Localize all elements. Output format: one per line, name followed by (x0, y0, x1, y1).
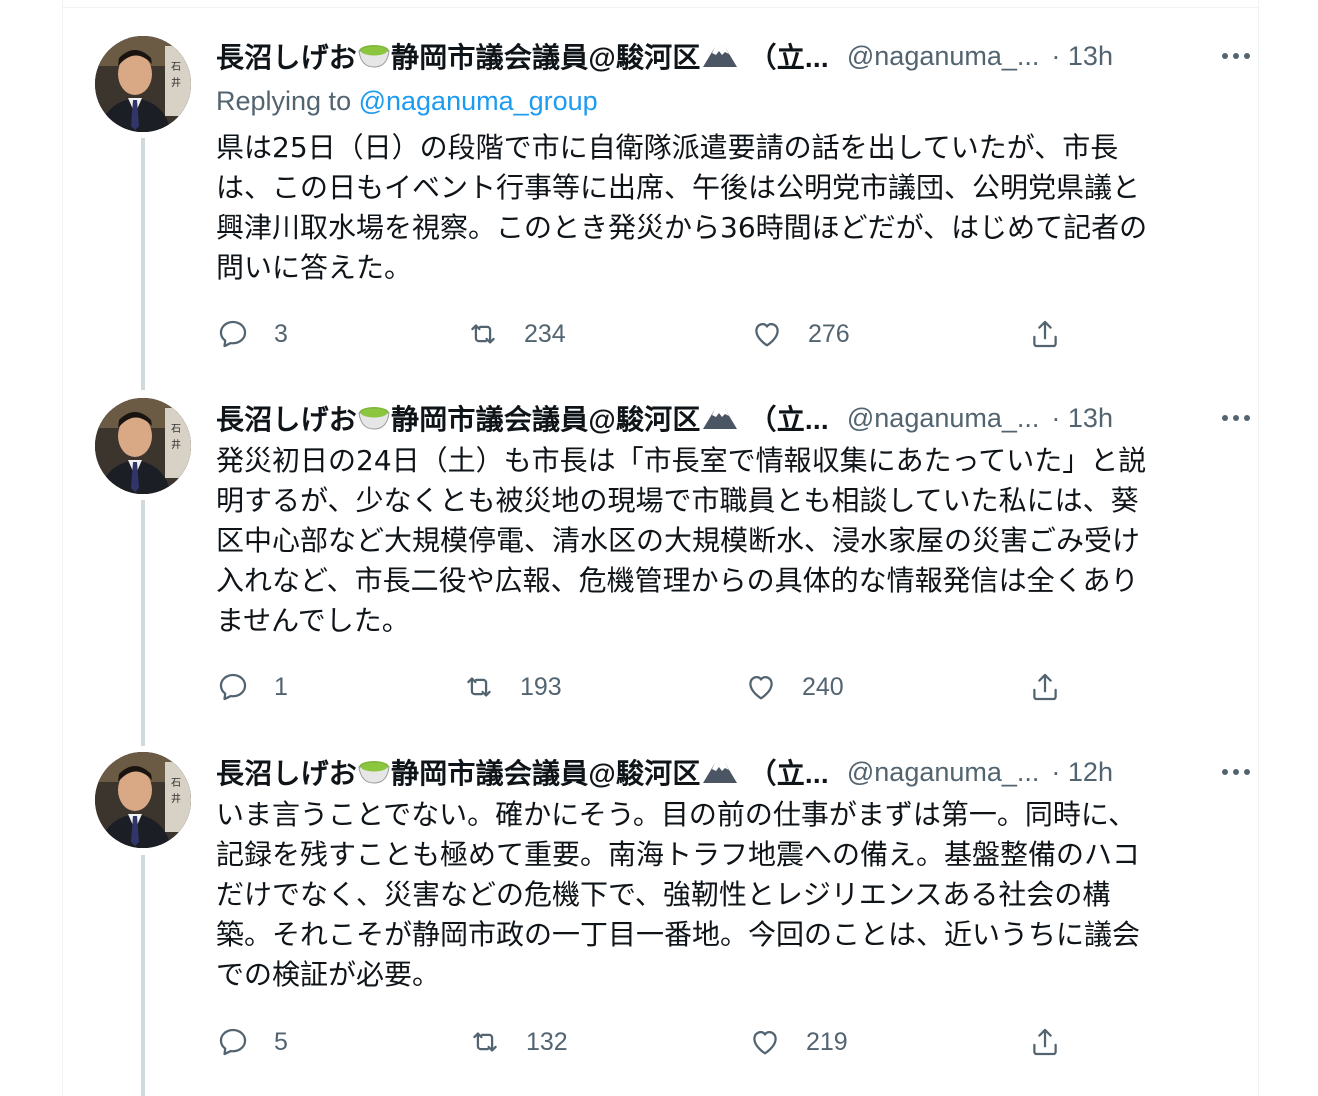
like-button[interactable]: 276 (750, 314, 850, 354)
share-button[interactable] (1028, 1022, 1062, 1062)
svg-text:井: 井 (171, 792, 181, 805)
avatar-image: 石 井 (95, 36, 191, 132)
tweet-actions: 5 132 219 (216, 1022, 1076, 1062)
tweet-time[interactable]: · 12h (1051, 757, 1113, 788)
avatar-image: 石 井 (95, 398, 191, 494)
author-name[interactable]: 長沼しげお (216, 752, 357, 792)
tweet[interactable]: 石 井 長沼しげお 静岡市議会議員@駿河区 （立... @naganuma_..… (62, 752, 1259, 1072)
retweet-icon (471, 324, 495, 344)
tea-emoji-icon (357, 755, 391, 790)
tweet-time[interactable]: · 13h (1051, 41, 1113, 72)
share-icon (1033, 673, 1057, 701)
tweet-text: 県は25日（日）の段階で市に自衛隊派遣要請の話を出していたが、市長 は、この日も… (216, 131, 1148, 284)
mount-fuji-emoji-icon (701, 39, 739, 74)
author-title[interactable]: 静岡市議会議員@駿河区 (391, 752, 701, 792)
replying-prefix: Replying to (216, 86, 359, 116)
like-count: 276 (808, 319, 850, 348)
reply-icon (219, 673, 247, 701)
timeline-page: 石 井 長沼しげお 静岡市議会議員@駿河区 （立... @naganuma_..… (0, 0, 1318, 1096)
avatar[interactable]: 石 井 (95, 398, 191, 494)
tweet-actions: 1 193 240 (216, 667, 1076, 707)
author-handle[interactable]: @naganuma_... (847, 403, 1040, 434)
replying-to: Replying to @naganuma_group (216, 86, 598, 117)
retweet-count: 234 (524, 319, 566, 348)
retweet-count: 193 (520, 672, 562, 701)
reply-button[interactable]: 5 (216, 1022, 288, 1062)
replying-mention-link[interactable]: @naganuma_group (359, 86, 598, 116)
author-name[interactable]: 長沼しげお (216, 36, 357, 76)
tweet[interactable]: 石 井 長沼しげお 静岡市議会議員@駿河区 （立... @naganuma_..… (62, 398, 1259, 718)
retweet-count: 132 (526, 1027, 568, 1056)
retweet-button[interactable]: 193 (462, 667, 562, 707)
avatar[interactable]: 石 井 (95, 36, 191, 132)
reply-icon (219, 1028, 247, 1056)
author-handle[interactable]: @naganuma_... (847, 757, 1040, 788)
tweet-header: 長沼しげお 静岡市議会議員@駿河区 （立... @naganuma_... · … (216, 38, 1256, 74)
like-count: 240 (802, 672, 844, 701)
retweet-icon (473, 1032, 497, 1052)
heart-icon (755, 322, 779, 347)
heart-icon (749, 675, 773, 700)
tweet-header: 長沼しげお 静岡市議会議員@駿河区 （立... @naganuma_... · … (216, 754, 1256, 790)
mount-fuji-emoji-icon (701, 401, 739, 436)
retweet-button[interactable]: 132 (468, 1022, 568, 1062)
svg-text:石: 石 (171, 778, 181, 789)
share-button[interactable] (1028, 667, 1062, 707)
tweet-actions: 3 234 276 (216, 314, 1076, 354)
author-title[interactable]: 静岡市議会議員@駿河区 (391, 36, 701, 76)
heart-icon (753, 1030, 777, 1055)
svg-text:石: 石 (171, 424, 181, 435)
tweet[interactable]: 石 井 長沼しげお 静岡市議会議員@駿河区 （立... @naganuma_..… (62, 36, 1259, 366)
share-button[interactable] (1028, 314, 1062, 354)
like-count: 219 (806, 1027, 848, 1056)
reply-count: 1 (274, 672, 288, 701)
avatar-image: 石 井 (95, 752, 191, 848)
more-options-icon[interactable] (1216, 42, 1256, 70)
author-title[interactable]: 静岡市議会議員@駿河区 (391, 398, 701, 438)
retweet-icon (467, 677, 491, 697)
share-icon (1033, 320, 1057, 348)
more-options-icon[interactable] (1216, 404, 1256, 432)
reply-count: 5 (274, 1027, 288, 1056)
tweet-text: いま言うことでない。確かにそう。目の前の仕事がまずは第一。同時に、 記録を残すこ… (216, 798, 1141, 991)
svg-text:井: 井 (171, 76, 181, 89)
reply-count: 3 (274, 319, 288, 348)
like-button[interactable]: 219 (748, 1022, 848, 1062)
author-suffix[interactable]: （立... (749, 752, 829, 792)
author-name[interactable]: 長沼しげお (216, 398, 357, 438)
author-suffix[interactable]: （立... (749, 36, 829, 76)
avatar[interactable]: 石 井 (95, 752, 191, 848)
author-handle[interactable]: @naganuma_... (847, 41, 1040, 72)
mount-fuji-emoji-icon (701, 755, 739, 790)
reply-icon (219, 320, 247, 348)
tweet-header: 長沼しげお 静岡市議会議員@駿河区 （立... @naganuma_... · … (216, 400, 1256, 436)
share-icon (1033, 1028, 1057, 1056)
retweet-button[interactable]: 234 (466, 314, 566, 354)
tea-emoji-icon (357, 401, 391, 436)
author-suffix[interactable]: （立... (749, 398, 829, 438)
tea-emoji-icon (357, 39, 391, 74)
like-button[interactable]: 240 (744, 667, 844, 707)
more-options-icon[interactable] (1216, 758, 1256, 786)
tweet-text: 発災初日の24日（土）も市長は「市長室で情報収集にあたっていた」と説 明するが、… (216, 444, 1147, 637)
svg-text:井: 井 (171, 438, 181, 451)
tweet-time[interactable]: · 13h (1051, 403, 1113, 434)
reply-button[interactable]: 1 (216, 667, 288, 707)
svg-text:石: 石 (171, 62, 181, 73)
reply-button[interactable]: 3 (216, 314, 288, 354)
